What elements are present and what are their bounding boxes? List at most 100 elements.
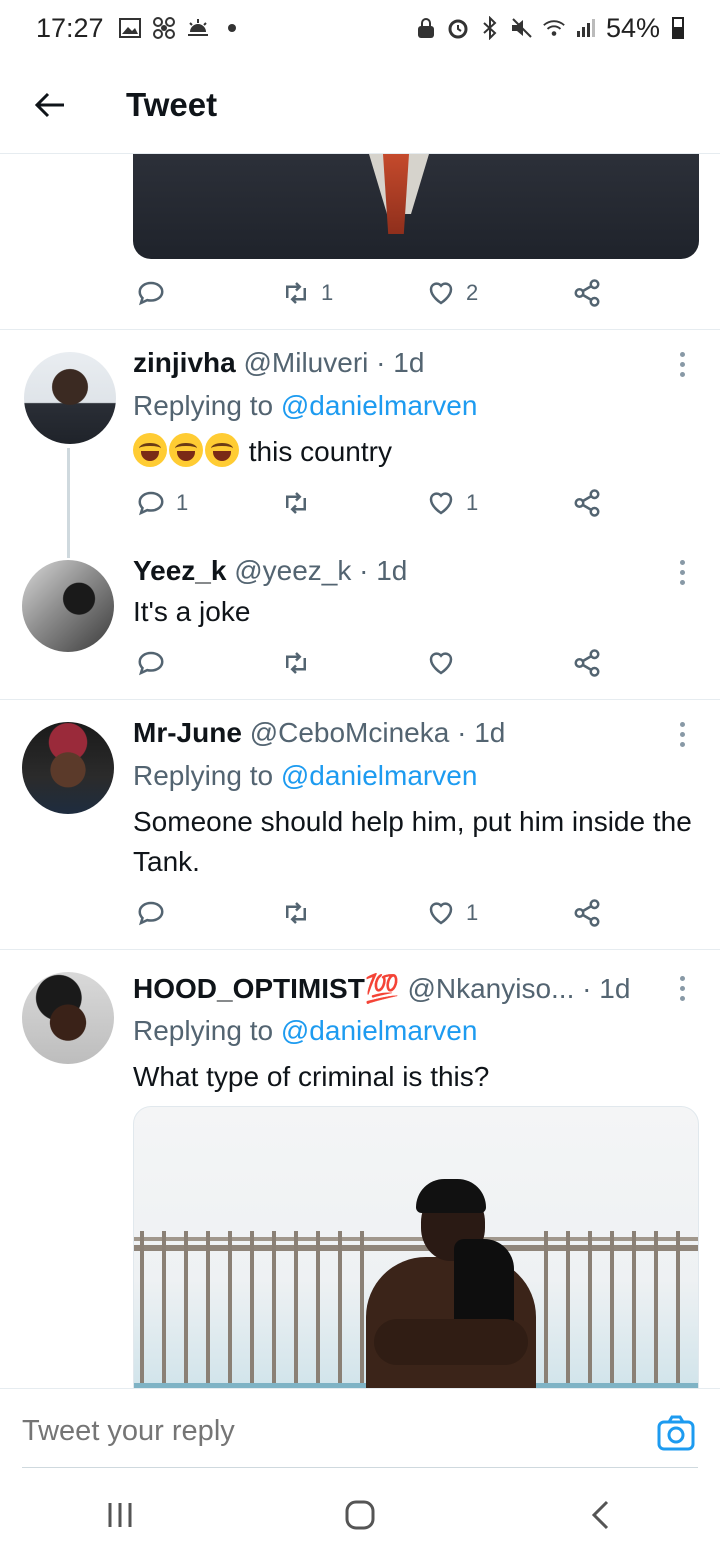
replying-prefix: Replying to: [133, 390, 274, 421]
reply-input[interactable]: [22, 1415, 399, 1448]
display-name[interactable]: Yeez_k: [133, 555, 226, 586]
like-action[interactable]: 1: [426, 488, 478, 518]
retweet-action[interactable]: [281, 898, 311, 928]
weather-icon: [186, 16, 210, 40]
display-name[interactable]: HOOD_OPTIMIST💯: [133, 973, 400, 1004]
notification-dot: [227, 24, 236, 32]
camera-button[interactable]: [656, 1413, 696, 1453]
tweet-header: Yeez_k @yeez_k · 1d: [133, 555, 407, 587]
reply-action[interactable]: [136, 278, 166, 308]
heart-icon: [429, 492, 453, 515]
tweet-thread[interactable]: 1 2 zinjivha @Miluveri · 1d Replying to …: [0, 154, 720, 1388]
timestamp: · 1d: [359, 555, 408, 586]
tweet-text: this country: [133, 432, 703, 472]
back-nav-button[interactable]: [560, 1485, 640, 1545]
like-count: 1: [466, 900, 479, 925]
input-underline: [22, 1467, 698, 1468]
avatar[interactable]: [24, 352, 116, 444]
replying-to: Replying to @danielmarven: [133, 1015, 477, 1047]
replying-prefix: Replying to: [133, 760, 274, 791]
more-button[interactable]: [680, 722, 688, 747]
mention-link[interactable]: @danielmarven: [281, 1015, 478, 1046]
handle[interactable]: @Nkanyiso...: [407, 973, 574, 1004]
tweet-text: What type of criminal is this?: [133, 1061, 490, 1092]
reply-action[interactable]: 1: [136, 488, 188, 518]
camera-icon: [657, 1415, 695, 1451]
retweet-action[interactable]: [281, 648, 311, 678]
timestamp: · 1d: [582, 973, 631, 1004]
share-icon: [574, 899, 600, 927]
reply-count: 1: [176, 490, 189, 515]
more-vertical-icon: [680, 976, 685, 981]
tweet-header: Mr-June @CeboMcineka · 1d: [133, 717, 505, 749]
battery-icon: [672, 17, 684, 39]
heart-icon: [429, 902, 453, 925]
more-button[interactable]: [680, 976, 688, 1001]
recents-button[interactable]: [80, 1485, 160, 1545]
handle[interactable]: @Miluveri: [243, 347, 368, 378]
share-icon: [574, 649, 600, 677]
signal-icon: [574, 16, 598, 40]
mention-link[interactable]: @danielmarven: [281, 760, 478, 791]
share-action[interactable]: [572, 278, 602, 308]
timestamp: · 1d: [376, 347, 425, 378]
display-name[interactable]: zinjivha: [133, 347, 236, 378]
tweet-header: zinjivha @Miluveri · 1d: [133, 347, 424, 379]
tweet-text: It's a joke: [133, 596, 251, 627]
like-action[interactable]: 2: [426, 278, 478, 308]
app-bar: Tweet: [0, 56, 720, 154]
avatar[interactable]: [22, 722, 114, 814]
more-vertical-icon: [680, 722, 685, 727]
more-vertical-icon: [680, 352, 685, 357]
avatar[interactable]: [22, 972, 114, 1064]
battery-percent: 54%: [605, 12, 660, 43]
recents-icon: [108, 1503, 132, 1527]
handle[interactable]: @yeez_k: [234, 555, 351, 586]
laughing-emoji-icon: [133, 433, 167, 467]
retweet-icon: [286, 282, 306, 304]
like-action[interactable]: 1: [426, 898, 478, 928]
like-count: 2: [466, 280, 479, 305]
retweet-action[interactable]: 1: [281, 278, 333, 308]
main-tweet-image[interactable]: [133, 154, 699, 259]
reply-icon: [138, 901, 164, 926]
gallery-icon: [118, 16, 142, 40]
timestamp: · 1d: [457, 717, 506, 748]
replying-to: Replying to @danielmarven: [133, 760, 477, 792]
share-action[interactable]: [572, 488, 602, 518]
lock-icon: [414, 16, 438, 40]
share-action[interactable]: [572, 648, 602, 678]
handle[interactable]: @CeboMcineka: [250, 717, 450, 748]
reply-action[interactable]: [136, 648, 166, 678]
retweet-icon: [286, 492, 306, 514]
tweet-header: HOOD_OPTIMIST💯 @Nkanyiso... · 1d: [133, 972, 630, 1005]
mention-link[interactable]: @danielmarven: [281, 390, 478, 421]
like-action[interactable]: [426, 648, 456, 678]
display-name[interactable]: Mr-June: [133, 717, 242, 748]
replying-prefix: Replying to: [133, 1015, 274, 1046]
like-count: 1: [466, 490, 479, 515]
back-button[interactable]: [20, 75, 80, 135]
system-nav-bar: [0, 1470, 720, 1560]
retweet-icon: [286, 902, 306, 924]
more-button[interactable]: [680, 560, 688, 585]
tweet-body: this country: [248, 436, 392, 467]
tweet-image[interactable]: [133, 1106, 699, 1388]
reply-composer: [0, 1388, 720, 1470]
fan-icon: [152, 16, 176, 40]
reply-icon: [138, 491, 164, 516]
reply-action[interactable]: [136, 898, 166, 928]
bluetooth-icon: [478, 16, 502, 40]
chevron-left-icon: [591, 1500, 609, 1530]
reply-icon: [138, 281, 164, 306]
more-button[interactable]: [680, 352, 688, 377]
retweet-action[interactable]: [281, 488, 311, 518]
thread-line: [67, 448, 70, 558]
divider: [0, 699, 720, 700]
retweet-count: 1: [321, 280, 334, 305]
avatar[interactable]: [22, 560, 114, 652]
share-action[interactable]: [572, 898, 602, 928]
replying-to: Replying to @danielmarven: [133, 390, 477, 422]
home-button[interactable]: [320, 1485, 400, 1545]
page-title: Tweet: [126, 85, 218, 123]
